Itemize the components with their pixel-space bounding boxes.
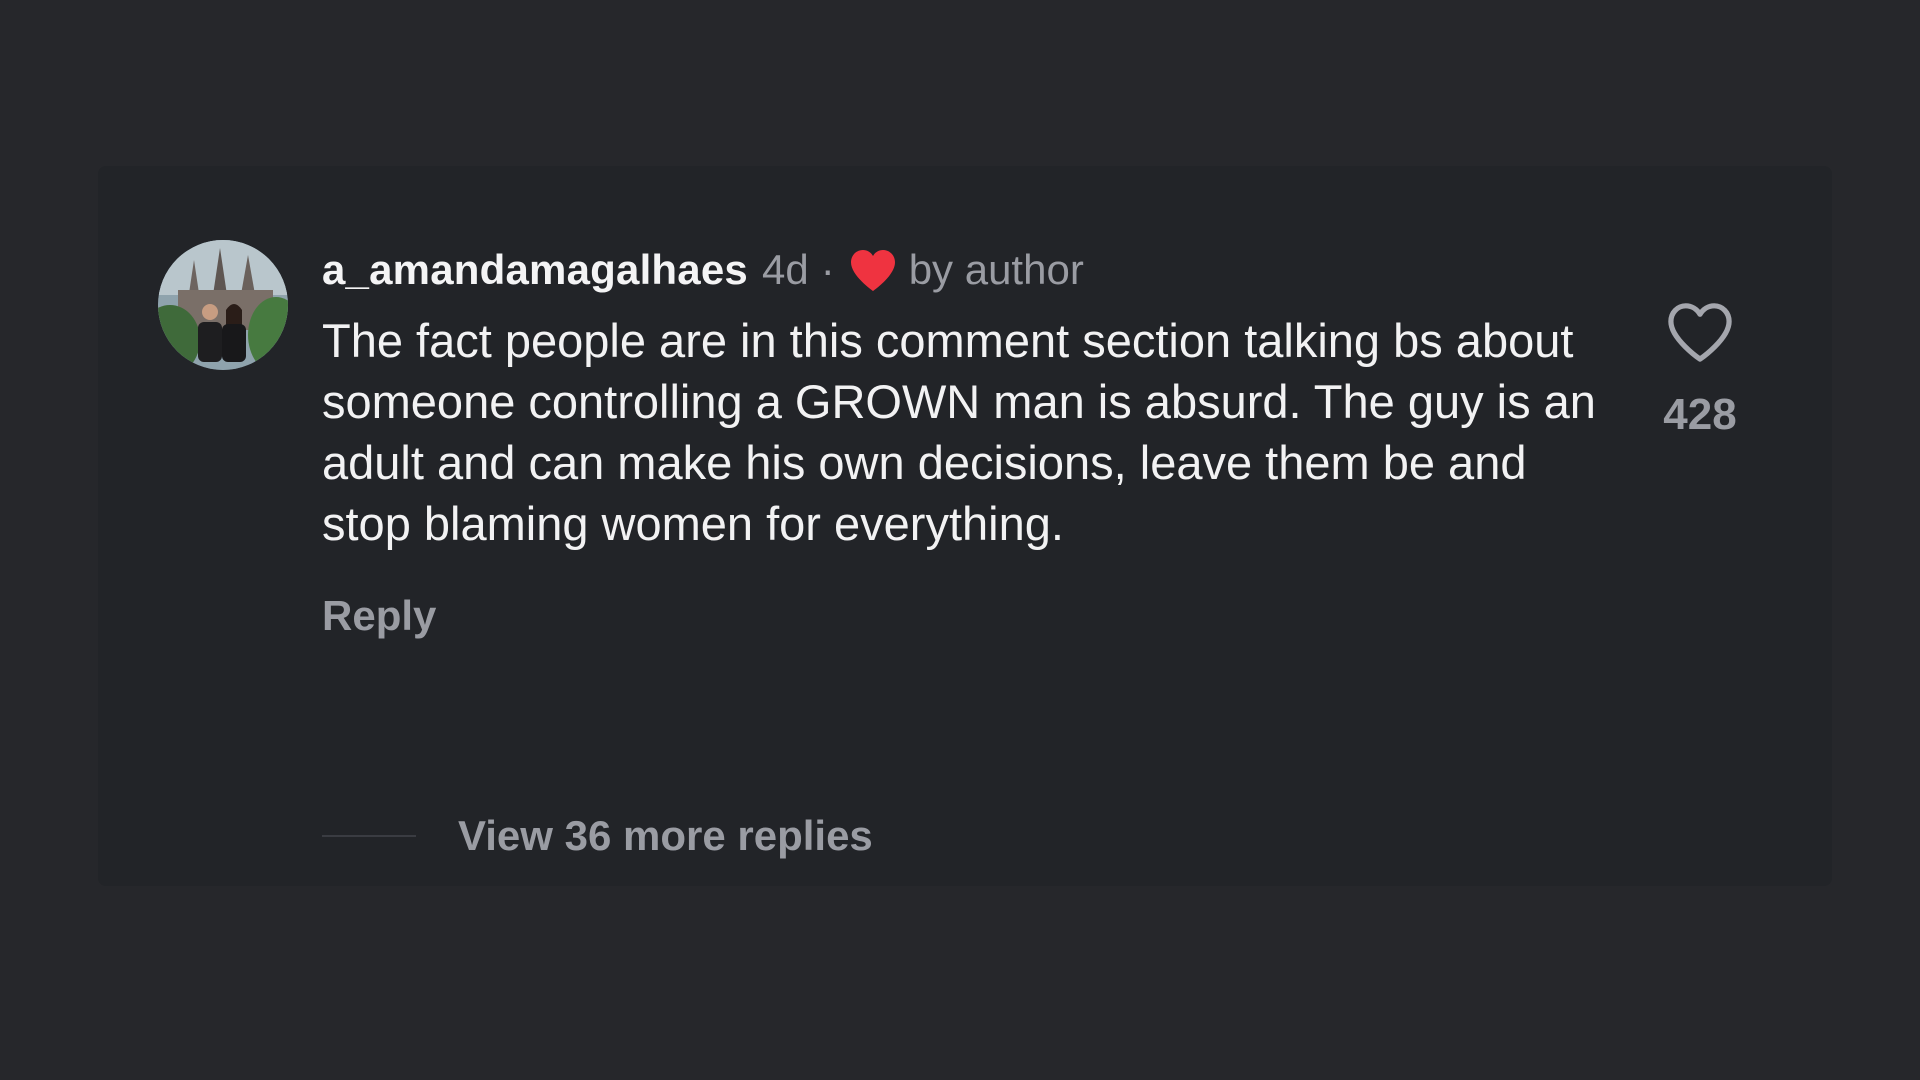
timestamp: 4d bbox=[761, 246, 809, 293]
like-count: 428 bbox=[1663, 390, 1737, 439]
like-section: 428 bbox=[1640, 300, 1760, 443]
comment-text: The fact people are in this comment sect… bbox=[322, 314, 1596, 550]
liked-by-author-label: by author bbox=[908, 246, 1084, 293]
comment-card: a_amandamagalhaes 4d · by author The fac… bbox=[98, 166, 1832, 886]
comment-meta: a_amandamagalhaes 4d · by author bbox=[322, 240, 1632, 300]
replies-divider bbox=[322, 835, 416, 837]
comment-body: a_amandamagalhaes 4d · by author The fac… bbox=[322, 240, 1632, 644]
view-replies-label[interactable]: View 36 more replies bbox=[458, 812, 873, 860]
page: a_amandamagalhaes 4d · by author The fac… bbox=[0, 0, 1920, 1080]
avatar[interactable] bbox=[158, 240, 288, 370]
heart-filled-icon bbox=[849, 248, 897, 292]
view-replies[interactable]: View 36 more replies bbox=[322, 806, 873, 866]
reply-button[interactable]: Reply bbox=[322, 588, 436, 644]
username[interactable]: a_amandamagalhaes bbox=[322, 240, 748, 300]
avatar-photo bbox=[158, 240, 288, 370]
separator-dot: · bbox=[820, 246, 835, 293]
heart-outline-icon[interactable] bbox=[1665, 300, 1735, 364]
